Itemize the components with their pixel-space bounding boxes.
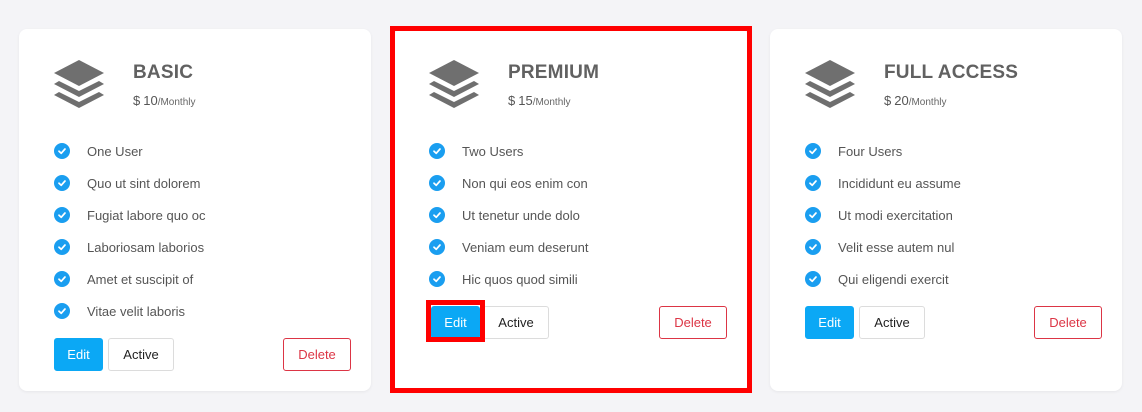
check-circle-icon [429, 207, 445, 223]
layers-icon [54, 60, 104, 108]
price-amount: 15 [518, 93, 533, 108]
feature-label: Vitae velit laboris [87, 303, 186, 319]
feature-label: Laboriosam laborios [87, 239, 205, 255]
feature-item: Non qui eos enim con [429, 167, 588, 199]
feature-item: One User [54, 135, 206, 167]
feature-list: Two Users Non qui eos enim con Ut tenetu… [429, 135, 588, 295]
plan-title: FULL ACCESS [884, 62, 1019, 83]
price-currency: $ [884, 93, 892, 108]
plan-title: BASIC [133, 62, 194, 83]
feature-item: Incididunt eu assume [805, 167, 961, 199]
feature-label: Velit esse autem nul [838, 239, 955, 255]
active-button[interactable]: Active [108, 338, 174, 371]
feature-label: Fugiat labore quo oc [87, 207, 206, 223]
feature-item: Velit esse autem nul [805, 231, 961, 263]
check-circle-icon [54, 303, 70, 319]
price-period: /Monthly [908, 97, 947, 108]
edit-button[interactable]: Edit [805, 306, 854, 339]
feature-item: Ut modi exercitation [805, 199, 961, 231]
check-circle-icon [805, 207, 821, 223]
plan-title: PREMIUM [508, 62, 600, 83]
edit-button[interactable]: Edit [431, 306, 480, 339]
check-circle-icon [805, 143, 821, 159]
feature-item: Hic quos quod simili [429, 263, 588, 295]
feature-label: Incididunt eu assume [838, 175, 961, 191]
check-circle-icon [429, 271, 445, 287]
feature-label: Non qui eos enim con [462, 175, 588, 191]
check-circle-icon [54, 175, 70, 191]
feature-item: Ut tenetur unde dolo [429, 199, 588, 231]
feature-item: Amet et suscipit of [54, 263, 206, 295]
feature-item: Qui eligendi exercit [805, 263, 961, 295]
price-currency: $ [133, 93, 141, 108]
plan-price: $15/Monthly [508, 93, 571, 108]
price-amount: 10 [143, 93, 158, 108]
feature-item: Four Users [805, 135, 961, 167]
active-button[interactable]: Active [859, 306, 925, 339]
active-button[interactable]: Active [483, 306, 549, 339]
check-circle-icon [54, 207, 70, 223]
check-circle-icon [429, 175, 445, 191]
feature-item: Vitae velit laboris [54, 295, 206, 327]
feature-label: Two Users [462, 143, 524, 159]
check-circle-icon [54, 143, 70, 159]
pricing-card-basic: BASIC $10/Monthly One User Quo ut sint d… [19, 29, 371, 391]
feature-label: Hic quos quod simili [462, 271, 578, 287]
price-period: /Monthly [532, 97, 571, 108]
feature-label: One User [87, 143, 143, 159]
price-currency: $ [508, 93, 516, 108]
check-circle-icon [429, 239, 445, 255]
feature-label: Qui eligendi exercit [838, 271, 949, 287]
price-amount: 20 [894, 93, 909, 108]
feature-list: One User Quo ut sint dolorem Fugiat labo… [54, 135, 206, 327]
edit-button[interactable]: Edit [54, 338, 103, 371]
check-circle-icon [54, 271, 70, 287]
feature-item: Veniam eum deserunt [429, 231, 588, 263]
feature-label: Quo ut sint dolorem [87, 175, 201, 191]
delete-button[interactable]: Delete [659, 306, 727, 339]
delete-button[interactable]: Delete [1034, 306, 1102, 339]
feature-item: Fugiat labore quo oc [54, 199, 206, 231]
feature-item: Quo ut sint dolorem [54, 167, 206, 199]
feature-label: Amet et suscipit of [87, 271, 194, 287]
check-circle-icon [805, 239, 821, 255]
check-circle-icon [54, 239, 70, 255]
plan-price: $20/Monthly [884, 93, 947, 108]
feature-label: Four Users [838, 143, 903, 159]
check-circle-icon [805, 271, 821, 287]
plan-price: $10/Monthly [133, 93, 196, 108]
delete-button[interactable]: Delete [283, 338, 351, 371]
check-circle-icon [805, 175, 821, 191]
layers-icon [429, 60, 479, 108]
pricing-card-full-access: FULL ACCESS $20/Monthly Four Users Incid… [770, 29, 1122, 391]
layers-icon [805, 60, 855, 108]
feature-label: Ut modi exercitation [838, 207, 953, 223]
feature-label: Veniam eum deserunt [462, 239, 589, 255]
feature-item: Laboriosam laborios [54, 231, 206, 263]
feature-label: Ut tenetur unde dolo [462, 207, 580, 223]
check-circle-icon [429, 143, 445, 159]
price-period: /Monthly [157, 97, 196, 108]
feature-item: Two Users [429, 135, 588, 167]
pricing-card-premium: PREMIUM $15/Monthly Two Users Non qui eo… [394, 29, 748, 391]
feature-list: Four Users Incididunt eu assume Ut modi … [805, 135, 961, 295]
